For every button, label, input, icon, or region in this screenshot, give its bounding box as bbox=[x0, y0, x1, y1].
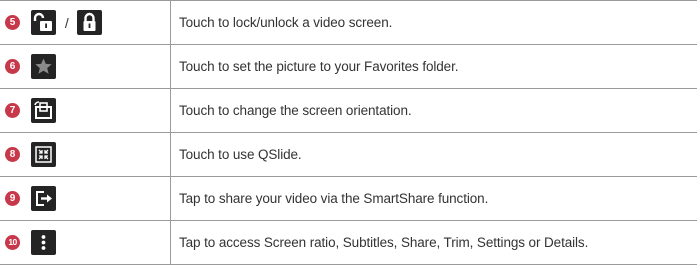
item-number-badge: 10 bbox=[5, 235, 20, 250]
icon-cell: 7 bbox=[0, 89, 171, 133]
qslide-icon bbox=[31, 142, 56, 167]
icon-cell: 6 bbox=[0, 45, 171, 89]
description: Touch to lock/unlock a video screen. bbox=[171, 1, 697, 45]
icon-cell: 10 bbox=[0, 221, 171, 265]
icon-cell: 8 bbox=[0, 133, 171, 177]
rotate-screen-icon bbox=[31, 98, 56, 123]
icon-cell: 9 bbox=[0, 177, 171, 221]
item-number-badge: 9 bbox=[5, 191, 20, 206]
table-row: 8 Touch to use QSlide. bbox=[0, 133, 697, 177]
item-number-badge: 7 bbox=[5, 103, 20, 118]
description: Tap to share your video via the SmartSha… bbox=[171, 177, 697, 221]
star-icon bbox=[31, 54, 56, 79]
more-options-icon bbox=[31, 230, 56, 255]
unlock-icon bbox=[31, 10, 56, 35]
item-number-badge: 5 bbox=[5, 15, 20, 30]
description: Touch to change the screen orientation. bbox=[171, 89, 697, 133]
separator: / bbox=[65, 15, 69, 31]
description: Touch to set the picture to your Favorit… bbox=[171, 45, 697, 89]
description: Tap to access Screen ratio, Subtitles, S… bbox=[171, 221, 697, 265]
lock-icon bbox=[77, 10, 102, 35]
description: Touch to use QSlide. bbox=[171, 133, 697, 177]
table-row: 9 Tap to share your video via the SmartS… bbox=[0, 177, 697, 221]
table-row: 6 Touch to set the picture to your Favor… bbox=[0, 45, 697, 89]
icon-legend-table: 5 / Touch to lock/unlock a video screen. bbox=[0, 0, 697, 265]
icon-cell: 5 / bbox=[0, 1, 171, 45]
item-number-badge: 8 bbox=[5, 147, 20, 162]
table-row: 7 Touch to change the screen orientation… bbox=[0, 89, 697, 133]
share-icon bbox=[31, 186, 56, 211]
table-row: 5 / Touch to lock/unlock a video screen. bbox=[0, 1, 697, 45]
table-row: 10 Tap to access Screen ratio, Subtitles… bbox=[0, 221, 697, 265]
item-number-badge: 6 bbox=[5, 59, 20, 74]
